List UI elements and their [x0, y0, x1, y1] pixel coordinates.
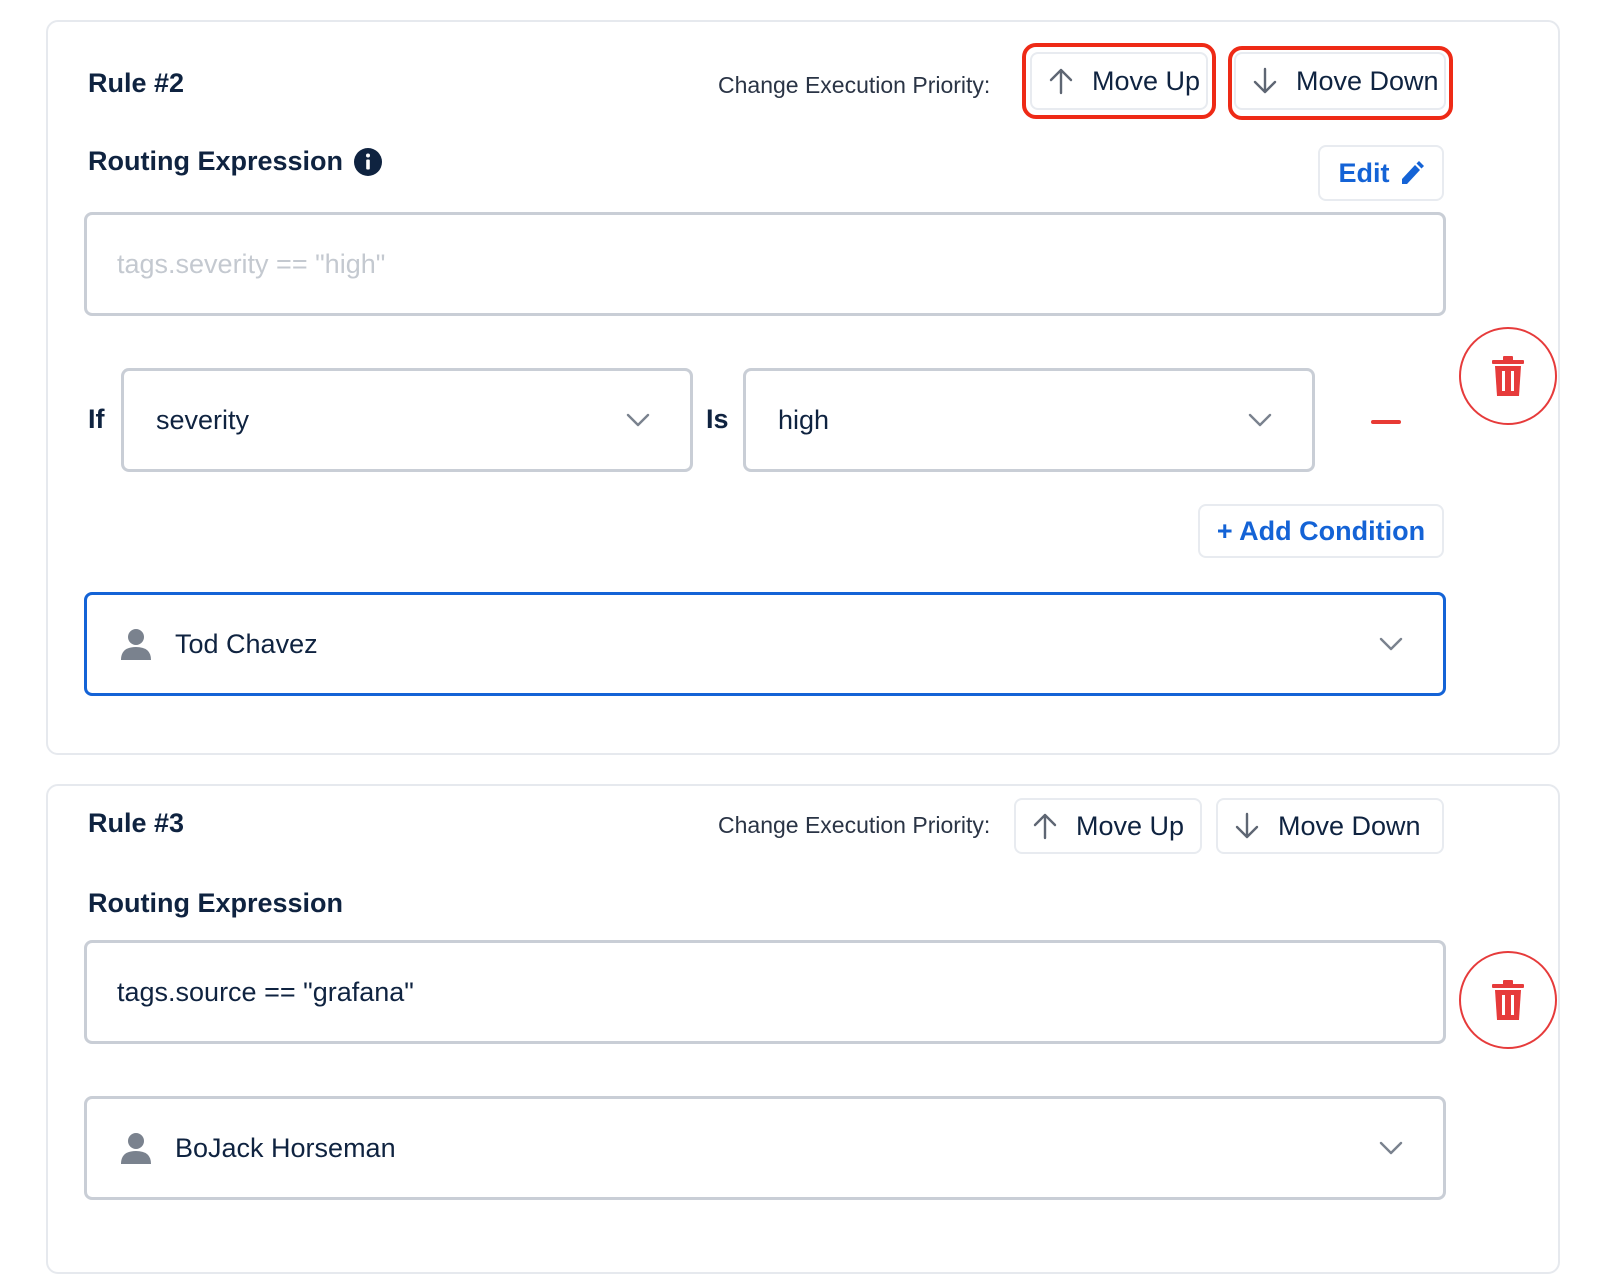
minus-icon	[1371, 420, 1401, 424]
move-up-label: Move Up	[1092, 65, 1201, 96]
move-up-button[interactable]: Move Up	[1030, 52, 1208, 110]
condition-value-select[interactable]: high	[743, 368, 1315, 472]
move-down-label: Move Down	[1296, 65, 1439, 96]
chevron-down-icon	[1379, 637, 1403, 651]
arrow-down-icon	[1252, 67, 1278, 95]
info-icon[interactable]	[353, 147, 383, 177]
chevron-down-icon	[1379, 1141, 1403, 1155]
assignee-select[interactable]: BoJack Horseman	[84, 1096, 1446, 1200]
rule-title: Rule #3	[88, 808, 185, 838]
pencil-icon	[1400, 160, 1424, 186]
condition-value: high	[778, 404, 830, 435]
move-down-button[interactable]: Move Down	[1234, 52, 1446, 110]
user-icon	[121, 1132, 151, 1164]
remove-condition-button[interactable]	[1366, 410, 1406, 434]
condition-field-select[interactable]: severity	[121, 368, 693, 472]
move-down-button[interactable]: Move Down	[1216, 798, 1444, 854]
move-down-label: Move Down	[1278, 810, 1421, 841]
rule-title: Rule #2	[88, 68, 185, 98]
user-icon	[121, 628, 151, 660]
chevron-down-icon	[626, 413, 650, 427]
chevron-down-icon	[1248, 413, 1272, 427]
priority-label: Change Execution Priority:	[718, 812, 991, 838]
add-condition-label: + Add Condition	[1216, 515, 1426, 546]
condition-field-value: severity	[156, 404, 250, 435]
arrow-down-icon	[1234, 812, 1260, 840]
trash-icon	[1492, 356, 1524, 396]
trash-icon	[1492, 980, 1524, 1020]
edit-label: Edit	[1338, 157, 1390, 188]
arrow-up-icon	[1032, 812, 1058, 840]
routing-expression-label: Routing Expression	[88, 146, 383, 177]
assignee-name: Tod Chavez	[175, 628, 318, 659]
routing-expression-label: Routing Expression	[88, 888, 343, 919]
delete-rule-2-button[interactable]	[1459, 327, 1557, 425]
rule-card-2: Rule #2 Change Execution Priority: Move …	[46, 20, 1560, 755]
routing-expression-text: Routing Expression	[88, 146, 344, 176]
expression-placeholder: tags.severity == "high"	[117, 248, 386, 279]
expression-value: tags.source == "grafana"	[117, 976, 414, 1007]
rule-card-3: Rule #3 Change Execution Priority: Move …	[46, 784, 1560, 1274]
move-up-button[interactable]: Move Up	[1014, 798, 1202, 854]
routing-expression-input[interactable]: tags.source == "grafana"	[84, 940, 1446, 1044]
if-label: If	[88, 404, 105, 434]
edit-expression-button[interactable]: Edit	[1318, 145, 1444, 201]
assignee-name: BoJack Horseman	[175, 1132, 396, 1163]
move-up-label: Move Up	[1076, 810, 1185, 841]
routing-expression-input[interactable]: tags.severity == "high"	[84, 212, 1446, 316]
is-label: Is	[706, 404, 729, 434]
priority-label: Change Execution Priority:	[718, 72, 991, 98]
assignee-select[interactable]: Tod Chavez	[84, 592, 1446, 696]
arrow-up-icon	[1048, 67, 1074, 95]
add-condition-button[interactable]: + Add Condition	[1198, 504, 1444, 558]
delete-rule-3-button[interactable]	[1459, 951, 1557, 1049]
routing-expression-text: Routing Expression	[88, 888, 344, 918]
